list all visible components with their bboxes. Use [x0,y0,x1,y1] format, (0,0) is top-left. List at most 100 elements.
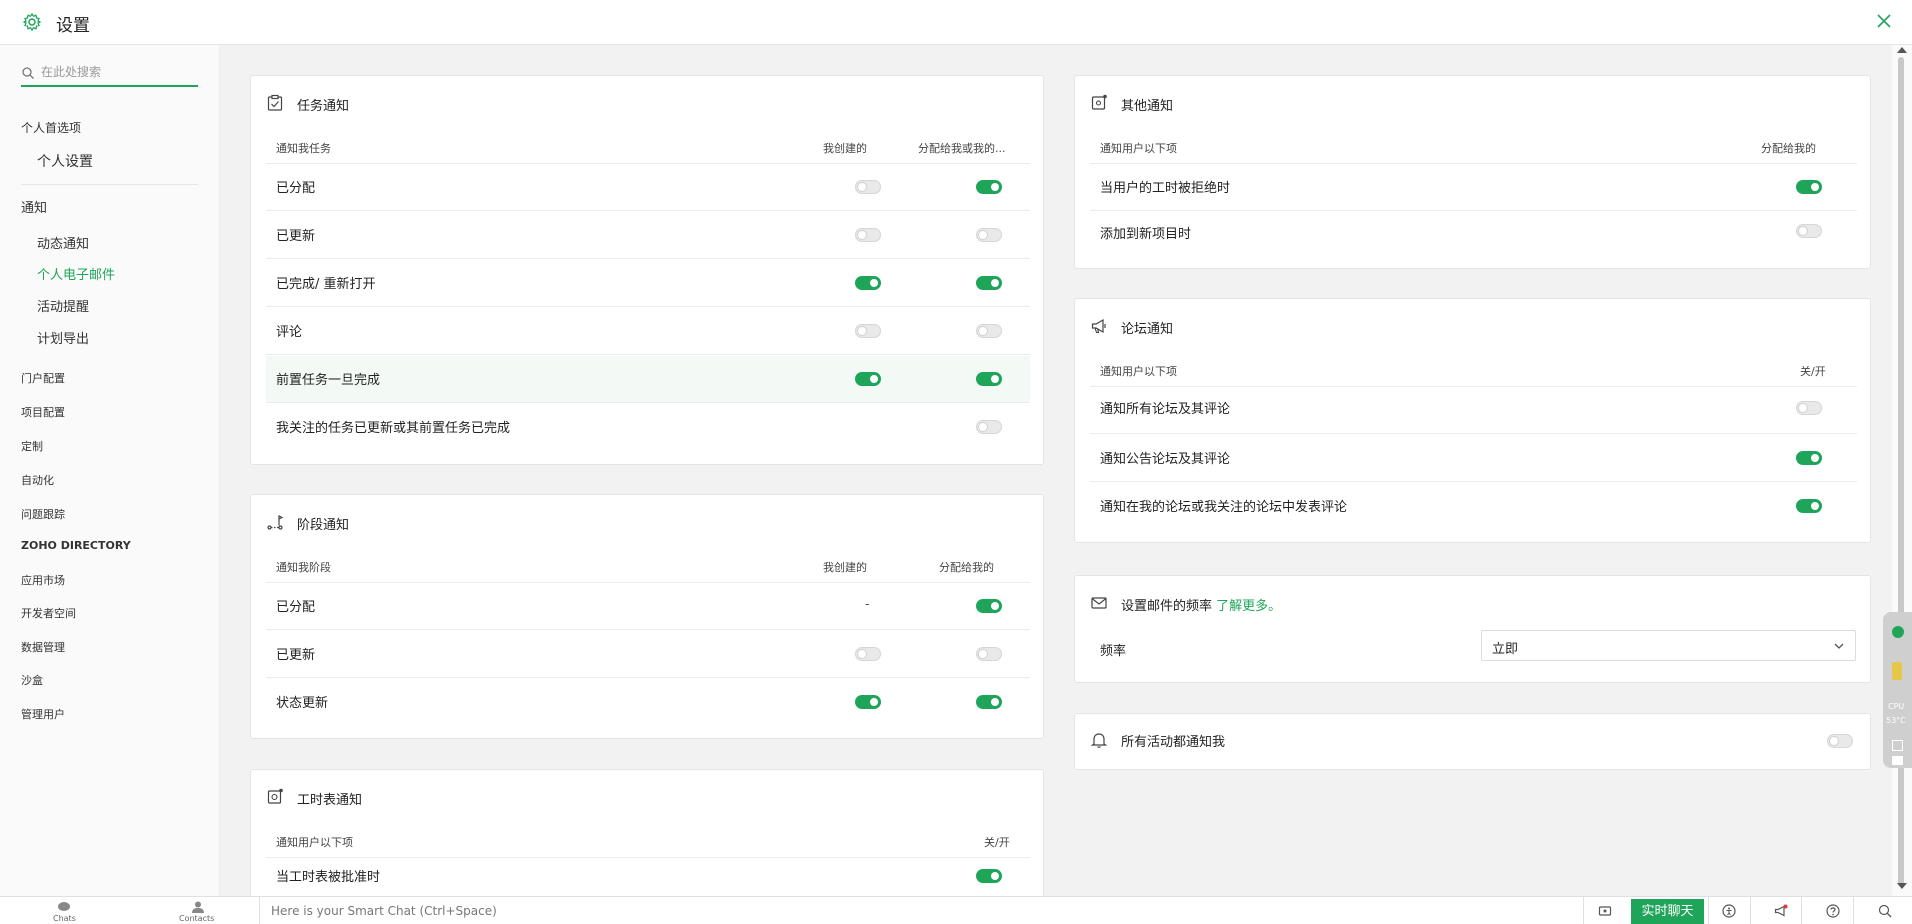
close-icon[interactable] [1874,11,1894,31]
sidebar-item-automation[interactable]: 自动化 [21,472,54,488]
card-title: 其他通知 [1121,99,1174,114]
bottom-bar: Chats Contacts 实时聊天 [0,896,1912,924]
toggle-switch[interactable] [976,276,1002,290]
chevron-down-icon [1834,643,1844,649]
sidebar-item-personal-settings[interactable]: 个人设置 [37,151,93,171]
frequency-title: 设置邮件的频率 [1121,599,1213,614]
table-row: 我关注的任务已更新或其前置任务已完成 [266,404,1030,451]
column-header-label: 通知用户以下项 [1100,365,1177,378]
task-notifications-card: 任务通知 通知我任务 我创建的 分配给我或我的... 已分配 已更新 已完成/ … [250,75,1044,465]
row-label: 当工时表被批准时 [276,870,381,885]
contacts-label: Contacts [179,914,215,923]
sidebar-item-feed-notifications[interactable]: 动态通知 [37,233,89,252]
toggle-switch[interactable] [855,647,881,661]
sidebar-item-personal-email[interactable]: 个人电子邮件 [37,264,115,283]
toggle-switch[interactable] [976,647,1002,661]
column-header-assigned: 分配给我的 [939,561,994,574]
learn-more-link[interactable]: 了解更多。 [1216,599,1281,614]
row-label: 添加到新项目时 [1100,227,1192,242]
help-icon[interactable] [1826,904,1840,918]
sidebar-item-zoho-directory[interactable]: ZOHO DIRECTORY [21,539,131,552]
announcement-icon[interactable] [1774,904,1788,918]
contacts-button[interactable]: Contacts [170,897,230,924]
table-row: 评论 [266,308,1030,355]
sidebar-section-notifications[interactable]: 通知 [21,197,47,216]
screen-icon[interactable] [1892,740,1903,751]
toggle-switch[interactable] [976,372,1002,386]
toggle-switch[interactable] [1796,451,1822,465]
search-small-icon[interactable] [1892,756,1903,765]
toggle-switch[interactable] [1796,180,1822,194]
table-row: 前置任务一旦完成 [266,356,1030,403]
toggle-switch[interactable] [1796,401,1822,415]
row-label: 已更新 [276,648,316,663]
column-header-label: 通知我任务 [276,142,331,155]
toggle-switch[interactable] [855,372,881,386]
row-label: 我关注的任务已更新或其前置任务已完成 [276,421,511,436]
chat-bubble-icon [58,902,70,911]
smart-chat-bar [259,897,1597,924]
smart-chat-input[interactable] [271,902,671,920]
scroll-up-arrow[interactable] [1897,47,1907,53]
sidebar-item-sandbox[interactable]: 沙盒 [21,672,43,688]
battery-icon [1892,662,1902,680]
toggle-switch[interactable] [1796,224,1822,238]
toggle-switch[interactable] [976,599,1002,613]
table-row: 已更新 [266,212,1030,259]
toggle-switch[interactable] [1827,734,1853,748]
toggle-switch[interactable] [855,228,881,242]
timesheet-icon [267,788,283,804]
scroll-down-arrow[interactable] [1897,883,1907,889]
toggle-switch[interactable] [855,180,881,194]
page-title: 设置 [56,16,90,36]
sidebar-item-manage-users[interactable]: 管理用户 [21,706,65,722]
sidebar-item-marketplace[interactable]: 应用市场 [21,572,65,588]
toggle-switch[interactable] [976,324,1002,338]
column-header-label: 通知用户以下项 [276,836,353,849]
sidebar-item-customization[interactable]: 定制 [21,438,43,454]
sidebar-section-preferences: 个人首选项 [21,121,82,135]
card-title: 任务通知 [297,99,350,114]
system-monitor-widget[interactable]: CPU 53°C [1883,612,1912,768]
accessibility-icon[interactable] [1722,904,1736,918]
divider [1801,897,1802,924]
sidebar-item-portal-config[interactable]: 门户配置 [21,370,65,386]
mail-icon [1091,597,1107,609]
toggle-switch[interactable] [976,180,1002,194]
toggle-switch[interactable] [976,420,1002,434]
meeting-icon[interactable] [1598,904,1612,918]
divider [1750,897,1751,924]
card-title: 工时表通知 [297,793,363,808]
toggle-switch[interactable] [855,276,881,290]
cpu-label: CPU [1888,702,1905,711]
chats-button[interactable]: Chats [40,897,90,924]
row-label: 前置任务一旦完成 [276,373,381,388]
table-row: 通知在我的论坛或我关注的论坛中发表评论 [1090,483,1857,530]
all-activity-card: 所有活动都通知我 [1074,713,1871,770]
table-row: 添加到新项目时 [1090,212,1857,259]
search-input[interactable] [41,61,191,83]
sidebar-item-data-management[interactable]: 数据管理 [21,639,65,655]
sidebar-item-activity-reminders[interactable]: 活动提醒 [37,296,89,315]
sidebar-item-issue-tracker[interactable]: 问题跟踪 [21,506,65,522]
vertical-scrollbar[interactable] [1892,45,1912,896]
sidebar-divider [21,184,198,185]
frequency-select[interactable]: 立即 [1481,630,1856,661]
toggle-switch[interactable] [855,324,881,338]
toggle-switch[interactable] [976,228,1002,242]
toggle-switch[interactable] [1796,499,1822,513]
sidebar-item-plan-export[interactable]: 计划导出 [37,328,89,347]
column-header-label: 通知我阶段 [276,561,331,574]
toggle-switch[interactable] [976,695,1002,709]
table-row: 通知公告论坛及其评论 [1090,435,1857,482]
sidebar: 个人首选项 个人设置 通知 动态通知 个人电子邮件 活动提醒 计划导出 门户配置… [0,45,220,896]
sidebar-item-project-config[interactable]: 项目配置 [21,404,65,420]
toggle-switch[interactable] [855,695,881,709]
sidebar-item-developer-space[interactable]: 开发者空间 [21,605,76,621]
zoom-search-icon[interactable] [1878,904,1892,918]
chats-label: Chats [53,914,76,923]
live-chat-button[interactable]: 实时聊天 [1631,899,1704,924]
row-label: 通知公告论坛及其评论 [1100,452,1231,467]
email-frequency-card: 设置邮件的频率 了解更多。 频率 立即 [1074,575,1871,683]
toggle-switch[interactable] [976,869,1002,883]
